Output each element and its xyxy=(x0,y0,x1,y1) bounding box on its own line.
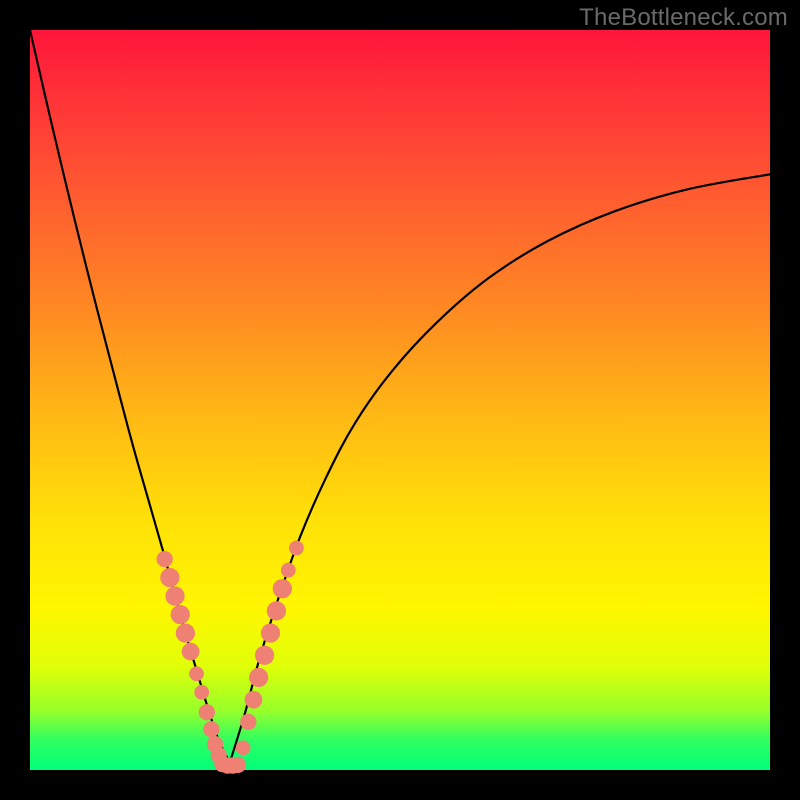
marker-dot xyxy=(289,541,304,556)
marker-dot xyxy=(176,623,195,642)
marker-dot xyxy=(194,685,209,700)
marker-dot xyxy=(255,646,274,665)
marker-dot xyxy=(203,721,219,737)
marker-dot xyxy=(182,643,200,661)
marker-dot xyxy=(171,605,190,624)
marker-dot xyxy=(189,666,204,681)
watermark-text: TheBottleneck.com xyxy=(579,4,788,32)
left-curve xyxy=(30,30,230,763)
marker-group xyxy=(157,541,304,774)
marker-dot xyxy=(160,568,179,587)
plot-area xyxy=(30,30,770,770)
right-curve xyxy=(230,174,770,762)
marker-dot xyxy=(267,601,286,620)
chart-frame: TheBottleneck.com xyxy=(0,0,800,800)
chart-svg xyxy=(30,30,770,770)
marker-dot xyxy=(236,740,251,755)
marker-dot xyxy=(240,714,256,730)
marker-dot xyxy=(157,551,173,567)
marker-dot xyxy=(249,668,268,687)
marker-dot xyxy=(273,579,292,598)
marker-dot xyxy=(199,704,215,720)
marker-dot xyxy=(281,563,296,578)
marker-dot xyxy=(261,623,280,642)
marker-dot xyxy=(230,757,246,773)
marker-dot xyxy=(165,586,184,605)
marker-dot xyxy=(245,691,263,709)
